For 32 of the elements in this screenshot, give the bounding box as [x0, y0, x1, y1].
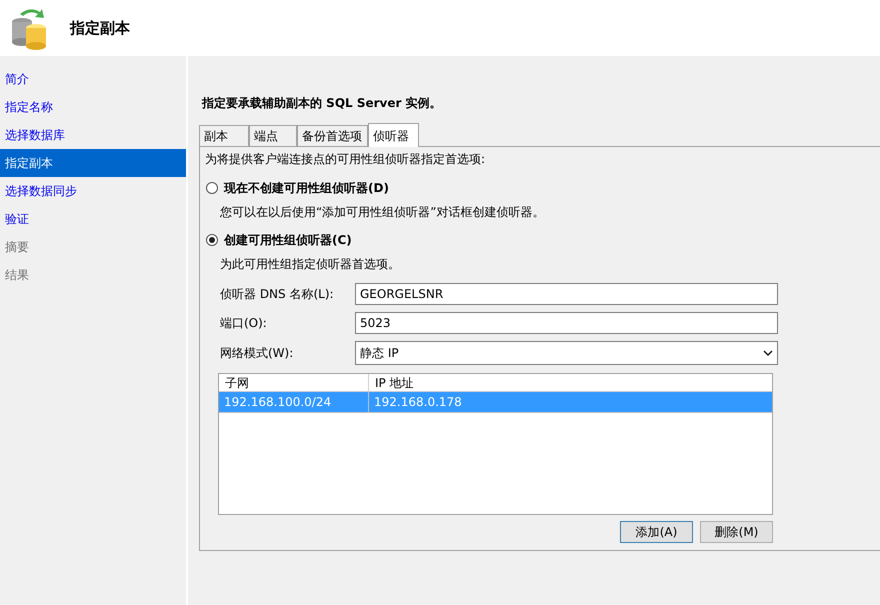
input-field[interactable]: GEORGELSNR — [355, 283, 778, 305]
option-description: 为此可用性组指定侦听器首选项。 — [220, 256, 401, 273]
table-cell: 192.168.100.0/24 — [219, 392, 369, 412]
sidebar-item[interactable]: 选择数据同步 — [0, 177, 186, 205]
option-description: 您可以在以后使用“添加可用性组侦听器”对话框创建侦听器。 — [220, 204, 546, 221]
chevron-down-icon — [763, 350, 773, 356]
network-mode-dropdown[interactable]: 静态 IP — [355, 341, 778, 365]
tab[interactable]: 端点 — [249, 125, 297, 146]
sidebar-item[interactable]: 选择数据库 — [0, 121, 186, 149]
intro-text: 为将提供客户端连接点的可用性组侦听器指定首选项: — [205, 151, 486, 168]
sidebar-item[interactable]: 简介 — [0, 65, 186, 93]
dialog-button[interactable]: 删除(M) — [700, 521, 773, 543]
page-title: 指定副本 — [70, 18, 130, 39]
instruction-text: 指定要承载辅助副本的 SQL Server 实例。 — [202, 95, 443, 112]
radio-button[interactable] — [206, 182, 218, 194]
column-header[interactable]: IP 地址 — [369, 374, 772, 391]
radio-button[interactable] — [206, 234, 218, 246]
table-cell-text: 192.168.0.178 — [373, 394, 463, 411]
tab[interactable]: 备份首选项 — [297, 125, 368, 146]
dialog-button[interactable]: 添加(A) — [620, 521, 693, 543]
sidebar-item[interactable]: 指定名称 — [0, 93, 186, 121]
sidebar-item[interactable]: 指定副本 — [0, 149, 186, 177]
tab[interactable]: 副本 — [199, 125, 249, 146]
field-label: 端口(O): — [220, 315, 268, 332]
radio-label: 创建可用性组侦听器(C) — [224, 232, 352, 249]
field-label: 网络模式(W): — [220, 345, 294, 362]
input-field[interactable]: 5023 — [355, 312, 778, 334]
field-label: 侦听器 DNS 名称(L): — [220, 286, 335, 303]
sidebar-item[interactable]: 验证 — [0, 205, 186, 233]
tab[interactable]: 侦听器 — [368, 123, 419, 147]
radio-label: 现在不创建可用性组侦听器(D) — [224, 180, 389, 197]
column-header[interactable]: 子网 — [219, 374, 369, 391]
